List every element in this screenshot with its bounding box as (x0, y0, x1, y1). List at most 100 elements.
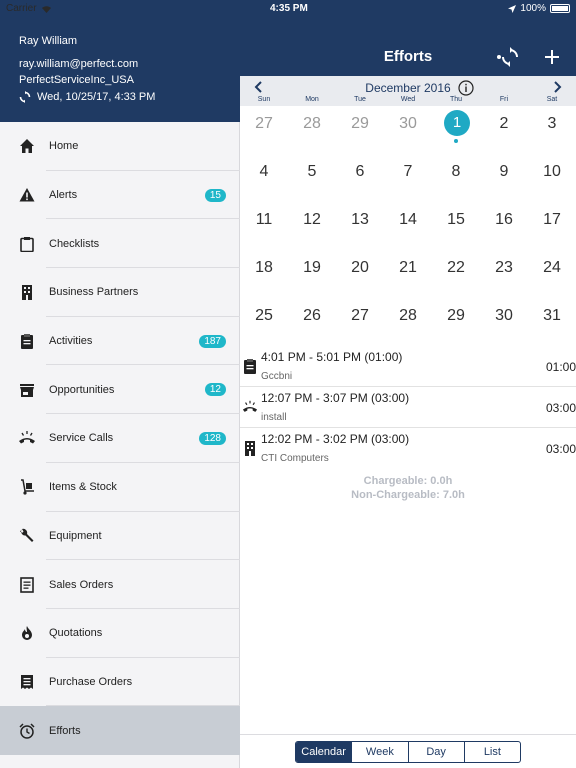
tab-calendar[interactable]: Calendar (296, 742, 353, 762)
main-panel: Efforts December 2016 Sun Mon Tue Wed Thu Fri… (240, 0, 576, 768)
storefront-icon (18, 381, 36, 399)
weekday-label: Sun (257, 96, 271, 103)
effort-duration: 03:00 (545, 442, 576, 456)
calendar-day[interactable]: 13 (336, 202, 384, 250)
opportunities-count-badge: 12 (204, 383, 226, 397)
calendar-day[interactable]: 26 (288, 298, 336, 346)
tab-week[interactable]: Week (352, 742, 409, 762)
sidebar-item-alerts[interactable]: Alerts 15 (0, 171, 240, 220)
calendar-day[interactable]: 16 (480, 202, 528, 250)
calendar-day[interactable]: 22 (432, 250, 480, 298)
page-title: Efforts (383, 48, 433, 65)
sidebar-item-label: Alerts (49, 189, 78, 202)
calendar-day[interactable]: 21 (384, 250, 432, 298)
sidebar-item-checklists[interactable]: Checklists (0, 219, 240, 269)
tab-day[interactable]: Day (409, 742, 465, 762)
battery-percent: 100% (520, 3, 546, 14)
calendar-day[interactable]: 24 (528, 250, 576, 298)
home-icon (18, 137, 36, 155)
clock: 4:35 PM (270, 3, 308, 14)
last-sync[interactable]: Wed, 10/25/17, 4:33 PM (19, 91, 155, 103)
sidebar-item-efforts[interactable]: Efforts (0, 706, 240, 755)
effort-row[interactable]: 12:02 PM - 3:02 PM (03:00) CTI Computers… (240, 428, 576, 469)
calendar-day[interactable]: 27 (336, 298, 384, 346)
calendar-day[interactable]: 29 (336, 106, 384, 154)
calendar-day[interactable]: 14 (384, 202, 432, 250)
effort-subtitle: install (261, 412, 287, 423)
calendar-day[interactable]: 10 (528, 154, 576, 202)
sidebar-item-label: Opportunities (49, 383, 115, 396)
calendar-day[interactable]: 7 (384, 154, 432, 202)
sidebar-item-label: Equipment (49, 529, 102, 542)
sidebar-item-label: Items & Stock (49, 481, 117, 494)
activity-clipboard-icon (18, 332, 36, 350)
effort-subtitle: CTI Computers (261, 453, 329, 464)
weekday-label: Sat (546, 96, 558, 103)
month-label: December 2016 (365, 81, 451, 95)
calendar-day[interactable]: 11 (240, 202, 288, 250)
calendar-day[interactable]: 4 (240, 154, 288, 202)
calendar-day[interactable]: 29 (432, 298, 480, 346)
calendar-day[interactable]: 30 (384, 106, 432, 154)
sidebar-item-label: Checklists (49, 237, 100, 250)
calendar-day[interactable]: 28 (288, 106, 336, 154)
alert-icon (18, 186, 36, 204)
sidebar-item-label: Efforts (49, 724, 81, 737)
sidebar-item-quotations[interactable]: Quotations (0, 609, 240, 658)
add-button[interactable] (542, 47, 562, 67)
sidebar-item-purchase-orders[interactable]: Purchase Orders (0, 658, 240, 707)
sync-button[interactable] (496, 47, 520, 67)
alarm-clock-icon (18, 722, 36, 740)
sidebar-item-items-stock[interactable]: Items & Stock (0, 463, 240, 512)
calendar-day[interactable]: 15 (432, 202, 480, 250)
flame-icon (18, 624, 36, 642)
calendar-day[interactable]: 18 (240, 250, 288, 298)
calendar-day[interactable]: 23 (480, 250, 528, 298)
calendar-day[interactable]: 28 (384, 298, 432, 346)
sync-icon (19, 91, 31, 103)
weekday-label: Wed (400, 96, 416, 103)
sidebar-item-label: Activities (49, 335, 93, 348)
clipboard-icon (18, 235, 36, 253)
info-icon[interactable] (458, 80, 474, 96)
sidebar-item-sales-orders[interactable]: Sales Orders (0, 560, 240, 609)
calendar-day[interactable]: 6 (336, 154, 384, 202)
sidebar-item-activities[interactable]: Activities 187 (0, 317, 240, 366)
sidebar-item-opportunities[interactable]: Opportunities 12 (0, 365, 240, 415)
effort-row[interactable]: 12:07 PM - 3:07 PM (03:00) install 03:00 (240, 387, 576, 428)
effort-time: 4:01 PM - 5:01 PM (01:00) (261, 350, 403, 364)
sidebar-item-equipment[interactable]: Equipment (0, 512, 240, 561)
wifi-icon (41, 5, 51, 13)
user-org: PerfectServiceInc_USA (19, 74, 134, 86)
location-icon (508, 4, 517, 13)
receipt-icon (18, 673, 36, 691)
efforts-list: 4:01 PM - 5:01 PM (01:00) Gccbni 01:00 1… (240, 346, 576, 469)
effort-duration: 03:00 (545, 401, 576, 415)
calendar-day[interactable]: 2 (480, 106, 528, 154)
user-name: Ray William (19, 35, 78, 47)
sidebar-item-service-calls[interactable]: Service Calls 128 (0, 414, 240, 463)
sidebar-item-label: Sales Orders (49, 578, 114, 591)
selected-day-indicator: 1 (444, 110, 470, 136)
sidebar-item-home[interactable]: Home (0, 122, 240, 171)
next-month-button[interactable] (550, 80, 564, 94)
calendar-day[interactable]: 19 (288, 250, 336, 298)
sidebar-item-business-partners[interactable]: Business Partners (0, 268, 240, 317)
calendar-day[interactable]: 27 (240, 106, 288, 154)
effort-time: 12:02 PM - 3:02 PM (03:00) (261, 432, 410, 446)
tab-list[interactable]: List (465, 742, 520, 762)
activities-count-badge: 187 (199, 334, 226, 348)
calendar-day[interactable]: 30 (480, 298, 528, 346)
calendar-day[interactable]: 12 (288, 202, 336, 250)
calendar-day[interactable]: 17 (528, 202, 576, 250)
sidebar-item-label: Business Partners (49, 286, 139, 299)
effort-row[interactable]: 4:01 PM - 5:01 PM (01:00) Gccbni 01:00 (240, 346, 576, 387)
calendar-day[interactable]: 5 (288, 154, 336, 202)
calendar-day[interactable]: 1 (432, 106, 480, 154)
calendar-day[interactable]: 25 (240, 298, 288, 346)
calendar-day[interactable]: 3 (528, 106, 576, 154)
calendar-day[interactable]: 9 (480, 154, 528, 202)
calendar-day[interactable]: 31 (528, 298, 576, 346)
calendar-day[interactable]: 20 (336, 250, 384, 298)
calendar-day[interactable]: 8 (432, 154, 480, 202)
